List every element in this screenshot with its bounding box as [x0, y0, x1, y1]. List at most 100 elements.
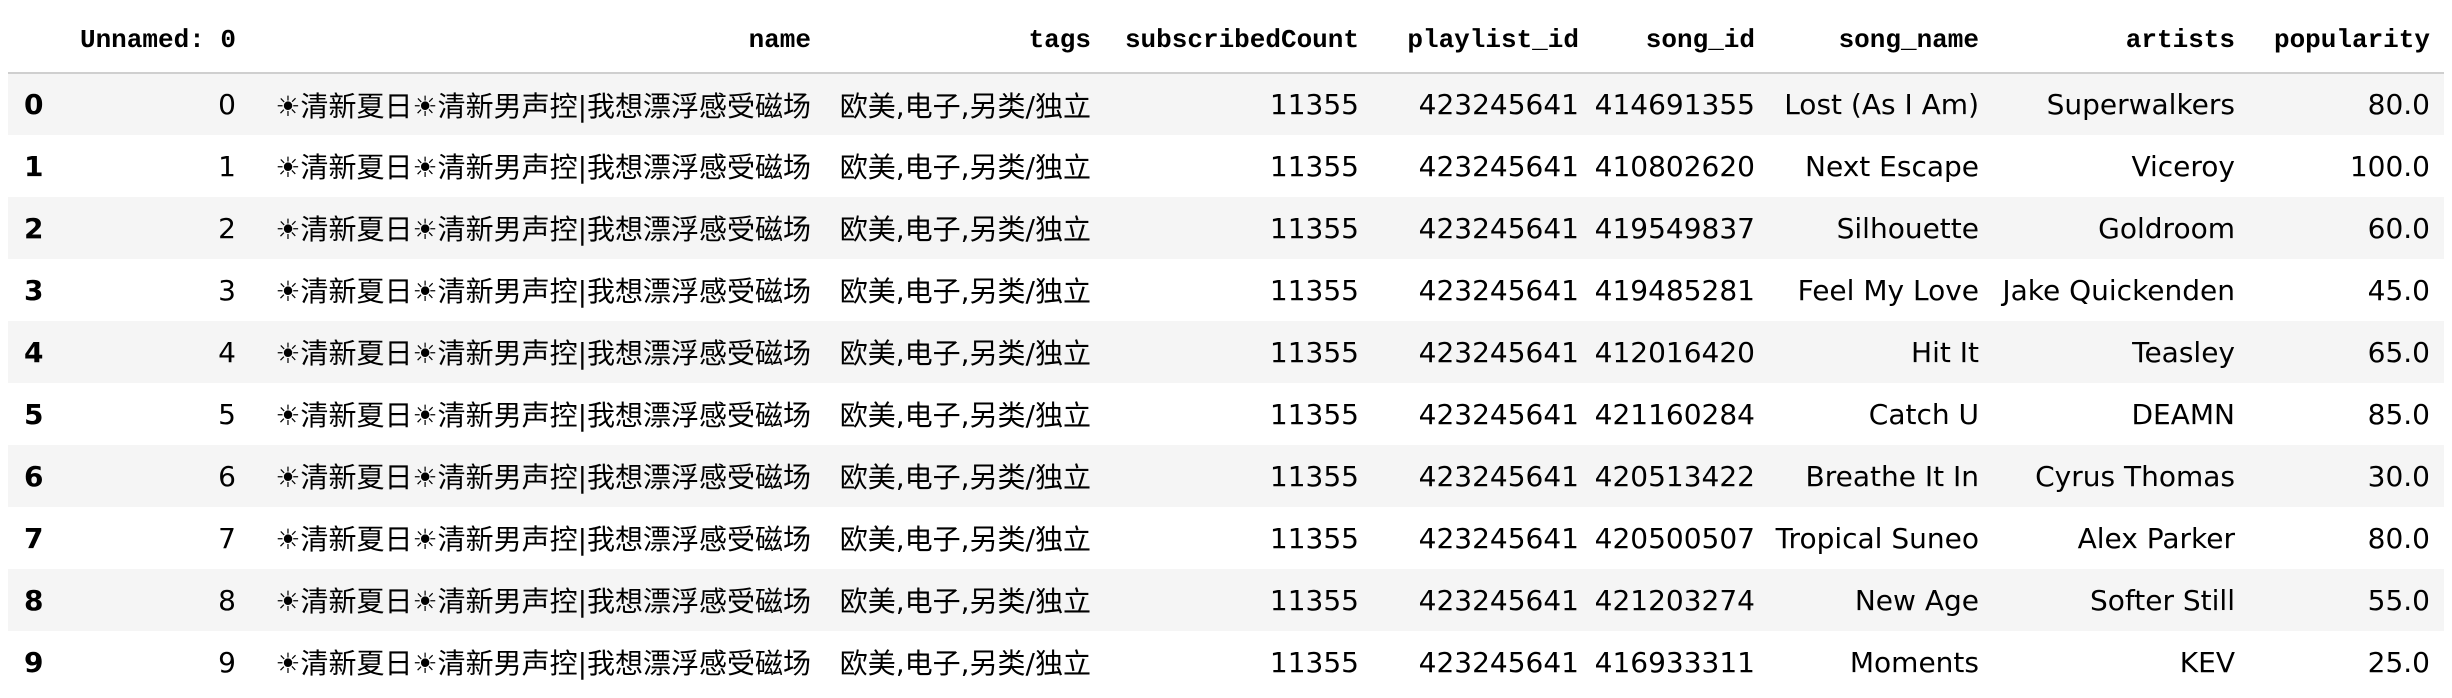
- cell-popularity: 45.0: [2367, 273, 2430, 307]
- cell-song-name: Feel My Love: [1797, 273, 1979, 307]
- cell-subscribed-count: 11355: [1269, 397, 1359, 431]
- cell-tags: 欧美,电子,另类/独立: [839, 461, 1091, 494]
- cell-artists: Cyrus Thomas: [2035, 459, 2235, 493]
- dataframe-table: Unnamed: 0 name tags subscribedCount pla…: [8, 8, 2444, 693]
- cell-playlist-id: 423245641: [1418, 521, 1579, 555]
- table-row: 1 1 ☀清新夏日☀清新男声控|我想漂浮感受磁场 欧美,电子,另类/独立 113…: [8, 135, 2444, 197]
- cell-subscribed-count: 11355: [1269, 149, 1359, 183]
- column-header-tags: tags: [825, 8, 1105, 74]
- cell-subscribed-count: 11355: [1269, 211, 1359, 245]
- row-index: 4: [24, 335, 44, 369]
- cell-song-name: Tropical Suneo: [1775, 521, 1979, 555]
- index-column-header: [8, 8, 48, 74]
- cell-name: ☀清新夏日☀清新男声控|我想漂浮感受磁场: [275, 585, 811, 618]
- cell-artists: Goldroom: [2098, 211, 2235, 245]
- cell-name: ☀清新夏日☀清新男声控|我想漂浮感受磁场: [275, 461, 811, 494]
- cell-popularity: 65.0: [2367, 335, 2430, 369]
- cell-song-name: Breathe It In: [1805, 459, 1979, 493]
- cell-name: ☀清新夏日☀清新男声控|我想漂浮感受磁场: [275, 89, 811, 123]
- cell-tags: 欧美,电子,另类/独立: [839, 647, 1091, 680]
- cell-unnamed-0: 9: [218, 645, 236, 679]
- cell-popularity: 100.0: [2349, 149, 2430, 183]
- table-row: 7 7 ☀清新夏日☀清新男声控|我想漂浮感受磁场 欧美,电子,另类/独立 113…: [8, 507, 2444, 569]
- cell-tags: 欧美,电子,另类/独立: [839, 151, 1091, 184]
- column-header-artists: artists: [1993, 8, 2249, 74]
- cell-playlist-id: 423245641: [1418, 645, 1579, 679]
- cell-unnamed-0: 7: [218, 521, 236, 555]
- cell-playlist-id: 423245641: [1418, 149, 1579, 183]
- row-index: 0: [24, 88, 44, 121]
- cell-song-name: Moments: [1849, 645, 1979, 679]
- cell-song-id: 419549837: [1594, 211, 1755, 245]
- dataframe-output: Unnamed: 0 name tags subscribedCount pla…: [8, 8, 2444, 693]
- row-index: 2: [24, 211, 44, 245]
- cell-song-id: 420513422: [1594, 459, 1755, 493]
- cell-unnamed-0: 5: [218, 397, 236, 431]
- column-header-song-id: song_id: [1593, 8, 1769, 74]
- row-index: 5: [24, 397, 44, 431]
- cell-artists: Softer Still: [2090, 583, 2235, 617]
- table-row: 0 0 ☀清新夏日☀清新男声控|我想漂浮感受磁场 欧美,电子,另类/独立 113…: [8, 73, 2444, 135]
- table-header: Unnamed: 0 name tags subscribedCount pla…: [8, 8, 2444, 74]
- cell-tags: 欧美,电子,另类/独立: [839, 337, 1091, 370]
- cell-tags: 欧美,电子,另类/独立: [839, 523, 1091, 556]
- cell-tags: 欧美,电子,另类/独立: [839, 213, 1091, 246]
- row-index: 1: [24, 149, 44, 183]
- cell-artists: Jake Quickenden: [2002, 273, 2235, 307]
- cell-song-id: 421160284: [1594, 397, 1755, 431]
- row-index: 6: [24, 459, 44, 493]
- cell-popularity: 85.0: [2367, 397, 2430, 431]
- cell-unnamed-0: 4: [218, 335, 236, 369]
- cell-subscribed-count: 11355: [1269, 335, 1359, 369]
- table-row: 5 5 ☀清新夏日☀清新男声控|我想漂浮感受磁场 欧美,电子,另类/独立 113…: [8, 383, 2444, 445]
- cell-popularity: 30.0: [2367, 459, 2430, 493]
- cell-popularity: 60.0: [2367, 211, 2430, 245]
- table-row: 2 2 ☀清新夏日☀清新男声控|我想漂浮感受磁场 欧美,电子,另类/独立 113…: [8, 197, 2444, 259]
- table-row: 3 3 ☀清新夏日☀清新男声控|我想漂浮感受磁场 欧美,电子,另类/独立 113…: [8, 259, 2444, 321]
- table-row: 4 4 ☀清新夏日☀清新男声控|我想漂浮感受磁场 欧美,电子,另类/独立 113…: [8, 321, 2444, 383]
- cell-song-id: 414691355: [1594, 88, 1755, 121]
- cell-artists: Teasley: [2132, 335, 2235, 369]
- column-header-playlist-id: playlist_id: [1373, 8, 1593, 74]
- cell-tags: 欧美,电子,另类/独立: [839, 89, 1091, 123]
- row-index: 8: [24, 583, 44, 617]
- cell-song-id: 420500507: [1594, 521, 1755, 555]
- cell-popularity: 25.0: [2367, 645, 2430, 679]
- row-index: 3: [24, 273, 44, 307]
- table-row: 9 9 ☀清新夏日☀清新男声控|我想漂浮感受磁场 欧美,电子,另类/独立 113…: [8, 631, 2444, 693]
- cell-playlist-id: 423245641: [1418, 583, 1579, 617]
- cell-song-id: 416933311: [1594, 645, 1755, 679]
- row-index: 9: [24, 645, 44, 679]
- cell-name: ☀清新夏日☀清新男声控|我想漂浮感受磁场: [275, 337, 811, 370]
- cell-artists: DEAMN: [2131, 397, 2235, 431]
- cell-song-name: Hit It: [1911, 335, 1979, 369]
- cell-unnamed-0: 1: [218, 149, 236, 183]
- cell-playlist-id: 423245641: [1418, 211, 1579, 245]
- table-row: 8 8 ☀清新夏日☀清新男声控|我想漂浮感受磁场 欧美,电子,另类/独立 113…: [8, 569, 2444, 631]
- cell-artists: KEV: [2179, 645, 2235, 679]
- cell-name: ☀清新夏日☀清新男声控|我想漂浮感受磁场: [275, 275, 811, 308]
- cell-artists: Alex Parker: [2077, 521, 2235, 555]
- cell-unnamed-0: 3: [218, 273, 236, 307]
- cell-popularity: 80.0: [2367, 521, 2430, 555]
- cell-playlist-id: 423245641: [1418, 273, 1579, 307]
- cell-song-name: Lost (As I Am): [1784, 88, 1979, 121]
- cell-song-id: 410802620: [1594, 149, 1755, 183]
- cell-song-name: Silhouette: [1836, 211, 1979, 245]
- cell-name: ☀清新夏日☀清新男声控|我想漂浮感受磁场: [275, 399, 811, 432]
- cell-song-name: Catch U: [1868, 397, 1979, 431]
- cell-playlist-id: 423245641: [1418, 88, 1579, 121]
- cell-name: ☀清新夏日☀清新男声控|我想漂浮感受磁场: [275, 151, 811, 184]
- cell-subscribed-count: 11355: [1269, 88, 1359, 121]
- cell-tags: 欧美,电子,另类/独立: [839, 585, 1091, 618]
- column-header-unnamed-0: Unnamed: 0: [48, 8, 250, 74]
- column-header-subscribed-count: subscribedCount: [1105, 8, 1373, 74]
- cell-unnamed-0: 0: [218, 88, 236, 121]
- cell-song-name: Next Escape: [1805, 149, 1979, 183]
- cell-song-id: 412016420: [1594, 335, 1755, 369]
- cell-artists: Superwalkers: [2046, 88, 2235, 121]
- cell-name: ☀清新夏日☀清新男声控|我想漂浮感受磁场: [275, 213, 811, 246]
- cell-artists: Viceroy: [2131, 149, 2235, 183]
- cell-popularity: 55.0: [2367, 583, 2430, 617]
- cell-subscribed-count: 11355: [1269, 645, 1359, 679]
